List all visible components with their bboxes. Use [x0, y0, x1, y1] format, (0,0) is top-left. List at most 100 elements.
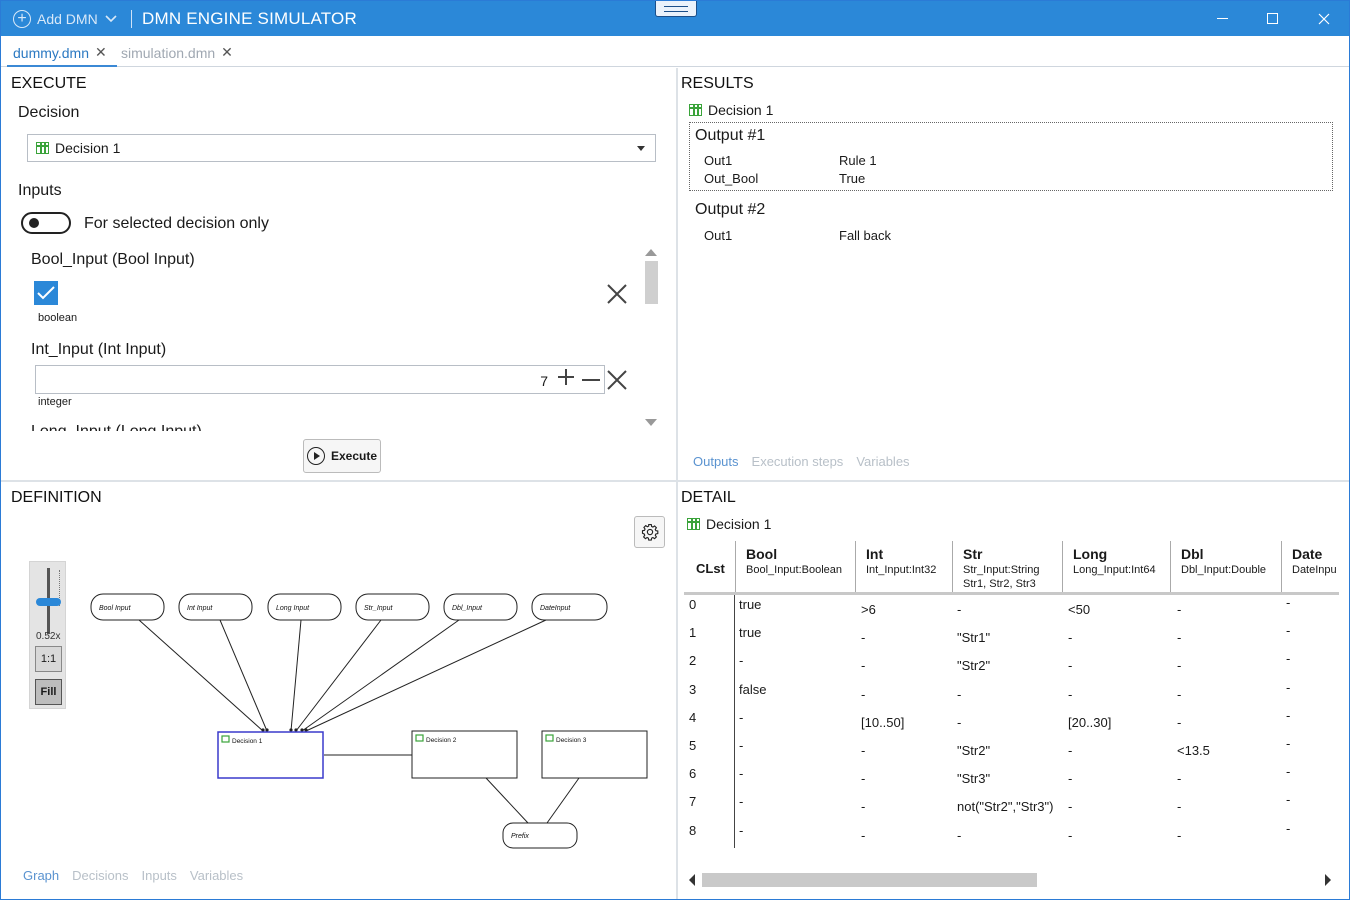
- scroll-right-arrow-icon[interactable]: [1325, 874, 1331, 886]
- close-tab-icon[interactable]: ✕: [221, 44, 233, 61]
- tab-dummy-dmn[interactable]: dummy.dmn ✕: [13, 44, 107, 61]
- tab-inputs[interactable]: Inputs: [142, 868, 177, 883]
- rule-cell[interactable]: -: [1177, 715, 1181, 730]
- add-dmn-button[interactable]: + Add DMN: [13, 9, 118, 29]
- clear-int-input-button[interactable]: [607, 367, 627, 395]
- rule-cell[interactable]: false: [739, 682, 766, 697]
- maximize-button[interactable]: [1249, 1, 1295, 36]
- rule-cell[interactable]: -: [1068, 687, 1072, 702]
- tab-simulation-dmn[interactable]: simulation.dmn ✕: [121, 44, 233, 61]
- rule-cell[interactable]: -: [739, 653, 743, 668]
- tab-variables[interactable]: Variables: [856, 454, 909, 469]
- rule-cell[interactable]: -: [861, 658, 865, 673]
- zoom-1to1-button[interactable]: 1:1: [35, 646, 62, 672]
- rule-cell[interactable]: -: [1286, 736, 1290, 751]
- rule-cell[interactable]: -: [1068, 828, 1072, 843]
- rule-cell[interactable]: -: [1068, 771, 1072, 786]
- tab-outputs[interactable]: Outputs: [693, 454, 739, 469]
- rule-cell[interactable]: "Str1": [957, 630, 990, 645]
- rule-cell[interactable]: -: [1286, 651, 1290, 666]
- column-header[interactable]: Long Long_Input:Int64: [1062, 541, 1170, 593]
- table-scrollbar-thumb[interactable]: [702, 873, 1037, 887]
- increment-icon[interactable]: [557, 367, 575, 391]
- rule-cell[interactable]: -: [1177, 658, 1181, 673]
- bool-input-checkbox[interactable]: [34, 281, 58, 305]
- rule-cell[interactable]: -: [1177, 630, 1181, 645]
- rule-cell[interactable]: -: [957, 602, 961, 617]
- rule-cell[interactable]: -: [1068, 799, 1072, 814]
- rule-cell[interactable]: -: [861, 743, 865, 758]
- rule-cell[interactable]: -: [1286, 595, 1290, 610]
- tab-variables[interactable]: Variables: [190, 868, 243, 883]
- selected-decision-only-toggle[interactable]: [21, 212, 71, 234]
- rule-cell[interactable]: -: [1286, 623, 1290, 638]
- rule-cell[interactable]: "Str2": [957, 658, 990, 673]
- vertical-splitter[interactable]: [676, 68, 678, 899]
- rule-cell[interactable]: -: [1068, 743, 1072, 758]
- close-tab-icon[interactable]: ✕: [95, 44, 107, 61]
- rule-cell[interactable]: -: [1286, 821, 1290, 836]
- rule-cell[interactable]: "Str3": [957, 771, 990, 786]
- rule-cell[interactable]: -: [957, 828, 961, 843]
- rule-cell[interactable]: -: [1286, 708, 1290, 723]
- rule-cell[interactable]: true: [739, 597, 761, 612]
- zoom-fill-button[interactable]: Fill: [35, 679, 62, 705]
- rule-cell[interactable]: -: [739, 766, 743, 781]
- scroll-left-arrow-icon[interactable]: [689, 874, 695, 886]
- rule-cell[interactable]: -: [1177, 799, 1181, 814]
- rule-cell[interactable]: <50: [1068, 602, 1090, 617]
- drag-handle-icon[interactable]: [655, 1, 697, 17]
- rule-cell[interactable]: -: [1177, 687, 1181, 702]
- rule-cell[interactable]: -: [739, 738, 743, 753]
- rule-cell[interactable]: not("Str2","Str3"): [957, 799, 1053, 814]
- scroll-down-arrow-icon[interactable]: [645, 419, 657, 426]
- tab-execution-steps[interactable]: Execution steps: [752, 454, 844, 469]
- column-header[interactable]: Dbl Dbl_Input:Double: [1170, 541, 1281, 593]
- rule-cell[interactable]: -: [1286, 764, 1290, 779]
- column-header[interactable]: Str Str_Input:String Str1, Str2, Str3: [952, 541, 1062, 593]
- int-input-field[interactable]: 7: [35, 365, 605, 394]
- rule-cell[interactable]: -: [861, 771, 865, 786]
- output-1-box[interactable]: [689, 122, 1333, 191]
- column-header[interactable]: Int Int_Input:Int32: [855, 541, 952, 593]
- rule-cell[interactable]: -: [1177, 771, 1181, 786]
- clear-bool-input-button[interactable]: [607, 281, 627, 309]
- rule-cell[interactable]: -: [1068, 630, 1072, 645]
- rule-cell[interactable]: -: [861, 630, 865, 645]
- zoom-slider-knob[interactable]: [36, 598, 61, 606]
- execute-button[interactable]: Execute: [303, 439, 381, 473]
- dmn-graph[interactable]: Bool Input Int Input Long Input Str_Input Db…: [1, 482, 676, 900]
- rule-cell[interactable]: "Str2": [957, 743, 990, 758]
- rule-cell[interactable]: -: [957, 715, 961, 730]
- definition-graph-area[interactable]: Bool Input Int Input Long Input Str_Input Db…: [1, 482, 676, 900]
- rule-cell[interactable]: -: [739, 794, 743, 809]
- rule-cell[interactable]: -: [1286, 792, 1290, 807]
- tab-decisions[interactable]: Decisions: [72, 868, 128, 883]
- tab-graph[interactable]: Graph: [23, 868, 59, 883]
- rule-cell[interactable]: -: [957, 687, 961, 702]
- int-input-type: integer: [38, 396, 72, 408]
- column-header[interactable]: Date DateInpu: [1281, 541, 1339, 593]
- rule-cell[interactable]: -: [861, 828, 865, 843]
- decision-dropdown[interactable]: Decision 1: [27, 134, 656, 162]
- rule-cell[interactable]: -: [1177, 828, 1181, 843]
- rule-cell[interactable]: [10..50]: [861, 715, 904, 730]
- rule-cell[interactable]: -: [1068, 658, 1072, 673]
- rule-cell[interactable]: true: [739, 625, 761, 640]
- rule-cell[interactable]: -: [861, 799, 865, 814]
- column-header[interactable]: Bool Bool_Input:Boolean: [735, 541, 855, 593]
- minimize-button[interactable]: [1199, 1, 1245, 36]
- rule-cell[interactable]: -: [1286, 680, 1290, 695]
- rule-cell[interactable]: -: [739, 710, 743, 725]
- decrement-icon[interactable]: [582, 379, 600, 381]
- close-window-button[interactable]: [1301, 1, 1347, 36]
- rule-cell[interactable]: -: [861, 687, 865, 702]
- rule-cell[interactable]: >6: [861, 602, 876, 617]
- rule-cell[interactable]: <13.5: [1177, 743, 1210, 758]
- rule-cell[interactable]: -: [739, 823, 743, 838]
- inputs-scrollbar-thumb[interactable]: [645, 261, 658, 304]
- graph-settings-button[interactable]: [634, 516, 665, 548]
- rule-cell[interactable]: -: [1177, 602, 1181, 617]
- rule-cell[interactable]: [20..30]: [1068, 715, 1111, 730]
- scroll-up-arrow-icon[interactable]: [645, 249, 657, 256]
